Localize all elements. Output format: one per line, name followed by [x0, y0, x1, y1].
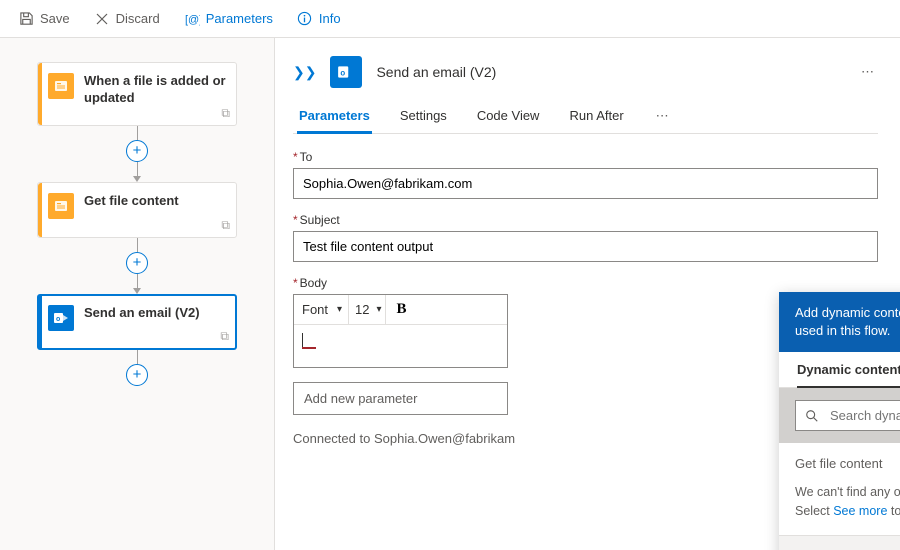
- discard-button[interactable]: Discard: [84, 7, 170, 31]
- get-file-icon: [48, 193, 74, 219]
- node-trigger-title: When a file is added or updated: [84, 73, 226, 107]
- svg-text:[@]: [@]: [185, 14, 200, 26]
- link-icon: ⧉: [220, 329, 229, 344]
- tab-settings[interactable]: Settings: [398, 102, 449, 133]
- popover-header-text: Add dynamic content from the apps and co…: [795, 304, 900, 340]
- subject-input[interactable]: [293, 231, 878, 262]
- tab-run-after[interactable]: Run After: [567, 102, 625, 133]
- tab-parameters[interactable]: Parameters: [297, 102, 372, 133]
- svg-text:o: o: [341, 68, 346, 77]
- add-step-button[interactable]: +: [126, 252, 148, 274]
- no-outputs-message: We can't find any outputs to match this …: [779, 483, 900, 535]
- svg-text:o: o: [56, 316, 60, 323]
- node-trigger[interactable]: When a file is added or updated ⧉: [37, 62, 237, 126]
- node-getfile-title: Get file content: [84, 193, 226, 210]
- panel-tabs: Parameters Settings Code View Run After …: [293, 102, 878, 134]
- dynamic-content-popover: Add dynamic content from the apps and co…: [779, 292, 900, 550]
- info-button[interactable]: Info: [287, 7, 351, 31]
- add-parameter-button[interactable]: Add new parameter: [293, 382, 508, 415]
- to-input[interactable]: [293, 168, 878, 199]
- subject-label: Subject: [300, 213, 340, 227]
- tab-code-view[interactable]: Code View: [475, 102, 542, 133]
- collapse-icon[interactable]: ❯❯: [293, 64, 316, 81]
- body-editor[interactable]: Font 12 B: [293, 294, 508, 368]
- font-select[interactable]: Font: [294, 295, 349, 324]
- discard-label: Discard: [116, 11, 160, 26]
- search-icon: [805, 409, 819, 423]
- save-icon: [18, 11, 34, 27]
- parameters-icon: [@]: [184, 11, 200, 27]
- link-icon: ⧉: [221, 218, 230, 233]
- panel-outlook-icon: o: [330, 56, 362, 88]
- body-label: Body: [300, 276, 327, 290]
- panel-more-button[interactable]: ⋯: [857, 64, 878, 80]
- info-label: Info: [319, 11, 341, 26]
- tabs-more-button[interactable]: ⋯: [652, 102, 673, 133]
- tab-dynamic-content[interactable]: Dynamic content: [797, 362, 900, 387]
- font-size-select[interactable]: 12: [349, 295, 386, 324]
- panel-title: Send an email (V2): [376, 64, 843, 80]
- save-button[interactable]: Save: [8, 7, 80, 31]
- parameters-label: Parameters: [206, 11, 273, 26]
- see-more-link[interactable]: See more: [833, 504, 887, 518]
- node-get-file-content[interactable]: Get file content ⧉: [37, 182, 237, 238]
- outlook-icon: o: [48, 305, 74, 331]
- parameters-button[interactable]: [@] Parameters: [174, 7, 283, 31]
- link-icon: ⧉: [221, 106, 230, 121]
- to-label: To: [300, 150, 313, 164]
- main: When a file is added or updated ⧉ + Get …: [0, 38, 900, 550]
- sharepoint-trigger-icon: [48, 73, 74, 99]
- body-content[interactable]: [294, 325, 507, 367]
- bold-button[interactable]: B: [386, 295, 416, 324]
- save-label: Save: [40, 11, 70, 26]
- add-step-button[interactable]: +: [126, 140, 148, 162]
- designer-canvas: When a file is added or updated ⧉ + Get …: [0, 38, 275, 550]
- info-icon: [297, 11, 313, 27]
- action-panel: ❯❯ o Send an email (V2) ⋯ Parameters Set…: [275, 38, 900, 550]
- toolbar: Save Discard [@] Parameters Info: [0, 0, 900, 38]
- section-get-file-content: Get file content: [795, 456, 882, 471]
- discard-icon: [94, 11, 110, 27]
- node-send-email[interactable]: o Send an email (V2) ⧉: [37, 294, 237, 350]
- node-sendemail-title: Send an email (V2): [84, 305, 226, 322]
- add-step-button[interactable]: +: [126, 364, 148, 386]
